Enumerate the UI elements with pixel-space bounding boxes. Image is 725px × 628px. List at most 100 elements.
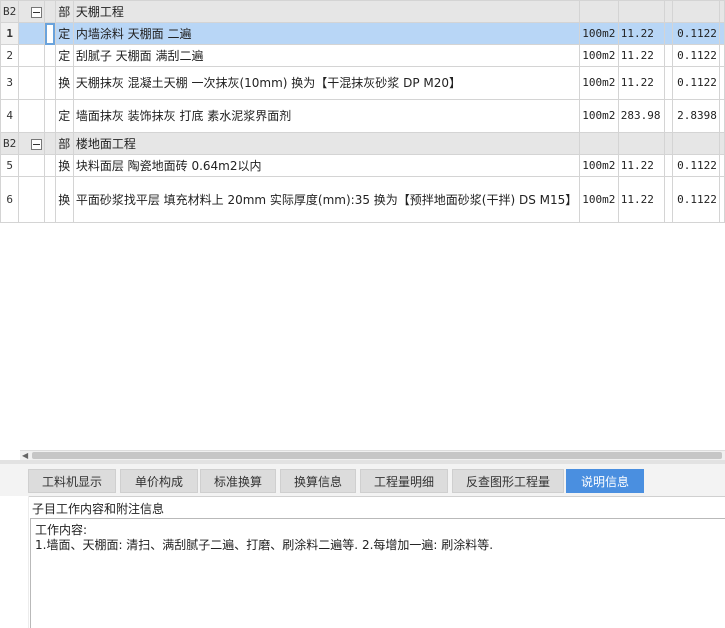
code-cell[interactable]: 11-2 + 11-3 * 15,H80010751 80010747 bbox=[44, 176, 56, 223]
edge-cell bbox=[718, 44, 725, 67]
item-total: 2.8398 bbox=[672, 99, 720, 133]
item-quantity[interactable] bbox=[617, 132, 666, 155]
tree-cell bbox=[18, 0, 46, 23]
horizontal-scrollbar[interactable]: ◀ bbox=[20, 450, 725, 460]
tree-cell bbox=[18, 44, 46, 67]
code-cell[interactable] bbox=[44, 0, 56, 23]
section-row[interactable]: B2 部楼地面工程 bbox=[0, 132, 725, 155]
item-kind: 部 bbox=[54, 132, 74, 155]
arrow-left-icon[interactable]: ◀ bbox=[22, 451, 28, 460]
tree-cell bbox=[18, 22, 46, 45]
empty-cell bbox=[664, 44, 674, 67]
minus-box-icon[interactable] bbox=[31, 138, 43, 150]
edge-cell bbox=[718, 132, 725, 155]
empty-cell bbox=[664, 22, 674, 45]
item-total: 0.1122 bbox=[672, 44, 720, 67]
empty-cell bbox=[664, 176, 674, 223]
item-name[interactable]: 平面砂浆找平层 填充材料上 20mm 实际厚度(mm):35 换为【预拌地面砂浆… bbox=[72, 176, 581, 223]
item-quantity[interactable]: 11.22 bbox=[617, 176, 666, 223]
empty-cell bbox=[664, 132, 674, 155]
code-cell[interactable]: 13-1 bbox=[44, 66, 56, 100]
edge-cell bbox=[718, 66, 725, 100]
item-quantity[interactable]: 11.22 bbox=[617, 44, 666, 67]
item-unit: 100m2 bbox=[579, 154, 619, 177]
item-name[interactable]: 墙面抹灰 装饰抹灰 打底 素水泥浆界面剂 bbox=[72, 99, 581, 133]
item-total: 0.1122 bbox=[672, 22, 720, 45]
code-cell[interactable]: 14-250 bbox=[44, 44, 56, 67]
item-kind: 定 bbox=[54, 44, 74, 67]
item-unit: 100m2 bbox=[579, 66, 619, 100]
edge-cell bbox=[718, 22, 725, 45]
item-name[interactable]: 刮腻子 天棚面 满刮二遍 bbox=[72, 44, 581, 67]
item-unit: 100m2 bbox=[579, 22, 619, 45]
table-row[interactable]: 3 13-1换天棚抹灰 混凝土天棚 一次抹灰(10mm) 换为【干混抹灰砂浆 DP… bbox=[0, 66, 725, 100]
item-name[interactable]: 内墙涂料 天棚面 二遍 bbox=[72, 22, 581, 45]
tree-cell bbox=[18, 66, 46, 100]
item-quantity[interactable]: 11.22 bbox=[617, 22, 666, 45]
edge-cell bbox=[718, 0, 725, 23]
row-index: 4 bbox=[0, 99, 20, 133]
content-heading: 工作内容: bbox=[35, 523, 88, 537]
tab-labor-material-machine[interactable]: 工料机显示 bbox=[28, 469, 116, 493]
item-unit: 100m2 bbox=[579, 99, 619, 133]
tab-unit-price[interactable]: 单价构成 bbox=[120, 469, 198, 493]
detail-tabbar: 工料机显示 单价构成 标准换算 换算信息 工程量明细 反查图形工程量 说明信息 bbox=[0, 464, 725, 497]
row-index: 1 bbox=[0, 22, 20, 45]
table-row[interactable]: 2 14-250定刮腻子 天棚面 满刮二遍100m211.22 0.1122 bbox=[0, 44, 725, 67]
item-kind: 定 bbox=[54, 99, 74, 133]
description-textarea[interactable]: 工作内容: 1.墙面、天棚面: 清扫、满刮腻子二遍、打磨、刷涂料二遍等. 2.每… bbox=[30, 518, 725, 628]
tab-conversion-info[interactable]: 换算信息 bbox=[280, 469, 356, 493]
edge-cell bbox=[718, 99, 725, 133]
empty-cell bbox=[664, 154, 674, 177]
estimate-grid: B2部天棚工程114-215定内墙涂料 天棚面 二遍100m211.220.11… bbox=[0, 0, 725, 450]
table-row[interactable]: 5 11-32换块料面层 陶瓷地面砖 0.64m2以内100m211.22 0.11… bbox=[0, 154, 725, 177]
code-cell[interactable]: 11-32 bbox=[44, 154, 56, 177]
left-gutter bbox=[0, 496, 29, 628]
row-index: 2 bbox=[0, 44, 20, 67]
item-quantity[interactable]: 11.22 bbox=[617, 154, 666, 177]
tree-cell bbox=[18, 154, 46, 177]
edge-cell bbox=[718, 154, 725, 177]
item-quantity[interactable] bbox=[617, 0, 666, 23]
row-index: 5 bbox=[0, 154, 20, 177]
empty-cell bbox=[664, 99, 674, 133]
tab-standard-conversion[interactable]: 标准换算 bbox=[200, 469, 276, 493]
item-total bbox=[672, 132, 720, 155]
item-kind: 换 bbox=[54, 66, 74, 100]
tab-quantity-detail[interactable]: 工程量明细 bbox=[360, 469, 448, 493]
item-total: 0.1122 bbox=[672, 176, 720, 223]
item-name[interactable]: 天棚工程 bbox=[72, 0, 581, 23]
code-cell[interactable]: 12-23 bbox=[44, 99, 56, 133]
item-unit bbox=[579, 0, 619, 23]
tab-graphic-quantity-lookup[interactable]: 反查图形工程量 bbox=[452, 469, 564, 493]
item-name[interactable]: 块料面层 陶瓷地面砖 0.64m2以内 bbox=[72, 154, 581, 177]
tree-cell bbox=[18, 176, 46, 223]
edge-cell bbox=[718, 176, 725, 223]
empty-cell bbox=[664, 66, 674, 100]
row-index: B2 bbox=[0, 132, 20, 155]
item-unit bbox=[579, 132, 619, 155]
table-row[interactable]: 6 11-2 + 11-3 * 15,H80010751 80010747换平面砂… bbox=[0, 176, 725, 223]
item-kind: 定 bbox=[54, 22, 74, 45]
panel-title: 子目工作内容和附注信息 bbox=[32, 502, 165, 516]
item-name[interactable]: 天棚抹灰 混凝土天棚 一次抹灰(10mm) 换为【干混抹灰砂浆 DP M20】 bbox=[72, 66, 581, 100]
item-quantity[interactable]: 283.98 bbox=[617, 99, 666, 133]
tree-cell bbox=[18, 132, 46, 155]
item-unit: 100m2 bbox=[579, 44, 619, 67]
item-total: 0.1122 bbox=[672, 154, 720, 177]
item-quantity[interactable]: 11.22 bbox=[617, 66, 666, 100]
table-row[interactable]: 4 12-23定墙面抹灰 装饰抹灰 打底 素水泥浆界面剂100m2283.982.… bbox=[0, 99, 725, 133]
tree-cell bbox=[18, 99, 46, 133]
section-row[interactable]: B2 部天棚工程 bbox=[0, 0, 725, 23]
table-row[interactable]: 1 14-215定内墙涂料 天棚面 二遍100m211.22 0.1122 bbox=[0, 22, 725, 45]
content-text: 1.墙面、天棚面: 清扫、满刮腻子二遍、打磨、刷涂料二遍等. 2.每增加一遍: … bbox=[35, 538, 494, 552]
scrollbar-thumb[interactable] bbox=[32, 452, 722, 459]
item-kind: 换 bbox=[54, 176, 74, 223]
item-kind: 部 bbox=[54, 0, 74, 23]
code-cell[interactable]: 14-215 bbox=[44, 22, 56, 45]
tab-description-info[interactable]: 说明信息 bbox=[566, 469, 644, 493]
row-index: B2 bbox=[0, 0, 20, 23]
minus-box-icon[interactable] bbox=[31, 6, 43, 18]
item-name[interactable]: 楼地面工程 bbox=[72, 132, 581, 155]
code-cell[interactable] bbox=[44, 132, 56, 155]
